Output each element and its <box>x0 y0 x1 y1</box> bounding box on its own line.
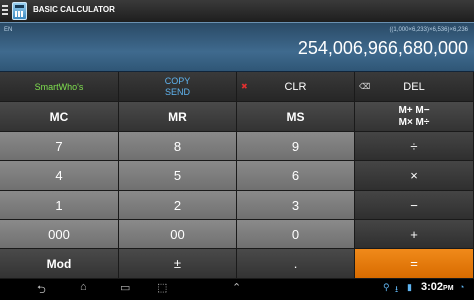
clear-label: CLR <box>284 80 307 93</box>
chevron-up-icon[interactable]: ⌃ <box>232 281 241 294</box>
back-icon[interactable]: ⮌ <box>37 281 46 300</box>
key-label: 8 <box>173 138 182 154</box>
key-label: − <box>410 197 418 213</box>
key-6[interactable]: 6 <box>237 161 355 191</box>
mr-button[interactable]: MR <box>119 102 237 132</box>
key-3[interactable]: 3 <box>237 191 355 220</box>
ms-label: MS <box>286 109 305 124</box>
key-1[interactable]: 1 <box>0 191 119 220</box>
mc-button[interactable]: MC <box>0 102 119 132</box>
app-title: BASIC CALCULATOR <box>33 5 115 14</box>
key-label: 1 <box>55 197 63 213</box>
key-label: 3 <box>291 197 300 213</box>
delete-button[interactable]: ⌫ DEL <box>355 72 474 102</box>
key-label: 4 <box>55 168 63 183</box>
key-label: ÷ <box>410 138 418 154</box>
plus-minus-button[interactable]: ± <box>119 249 237 279</box>
key-label: = <box>410 256 418 271</box>
expression-text: ((1,000×6,233)×6,536)×6,236 <box>389 27 468 33</box>
key-00[interactable]: 00 <box>119 220 237 249</box>
key-label: Mod <box>46 256 72 271</box>
mode-indicator: EN <box>4 27 13 33</box>
divide-button[interactable]: ÷ <box>355 132 474 161</box>
home-icon[interactable]: ⌂ <box>80 281 87 293</box>
delete-label: DEL <box>403 80 425 93</box>
smartwhos-label: SmartWho's <box>34 81 84 92</box>
close-x-icon: ✖ <box>241 81 248 91</box>
result-text: 254,006,966,680,000 <box>297 38 468 58</box>
minus-button[interactable]: − <box>355 191 474 220</box>
usb-icon: ⚲ <box>383 282 390 292</box>
copy-send-button[interactable]: COPY SEND <box>119 72 237 102</box>
key-9[interactable]: 9 <box>237 132 355 161</box>
backspace-icon: ⌫ <box>359 81 371 91</box>
menu-icon[interactable] <box>2 5 8 17</box>
mtimes-mdiv-label: M× M÷ <box>398 116 430 128</box>
key-label: . <box>293 256 298 271</box>
wifi-icon: ◔ <box>459 282 465 292</box>
calculator-display: EN ((1,000×6,233)×6,536)×6,236 254,006,9… <box>0 22 474 72</box>
mc-label: MC <box>49 109 69 124</box>
equals-button[interactable]: = <box>355 249 474 279</box>
system-navigation-bar: ⮌ ⌂ ▭ ⬚ ⌃ ⚲ ⭳ ▮ 3:02PM ◔ <box>0 279 474 296</box>
key-label: 6 <box>291 168 300 183</box>
copy-label: COPY <box>164 75 191 86</box>
time-text: 3:02 <box>421 281 444 293</box>
plus-button[interactable]: + <box>355 220 474 249</box>
ampm-text: PM <box>443 285 454 292</box>
mod-button[interactable]: Mod <box>0 249 119 279</box>
key-label: 7 <box>55 138 63 154</box>
battery-icon: ▮ <box>407 282 412 292</box>
key-5[interactable]: 5 <box>119 161 237 191</box>
clock: 3:02PM <box>421 281 454 293</box>
memory-ops-button[interactable]: M+ M− M× M÷ <box>355 102 474 132</box>
key-label: ± <box>173 256 182 271</box>
key-2[interactable]: 2 <box>119 191 237 220</box>
smartwhos-button[interactable]: SmartWho's <box>0 72 119 102</box>
recent-apps-icon[interactable]: ▭ <box>120 281 130 294</box>
key-4[interactable]: 4 <box>0 161 119 191</box>
key-label: 00 <box>170 226 185 242</box>
mplus-mminus-label: M+ M− <box>398 104 430 116</box>
send-label: SEND <box>164 86 190 97</box>
mr-label: MR <box>168 109 187 124</box>
key-label: 5 <box>173 168 182 183</box>
key-label: 000 <box>48 226 70 242</box>
key-000[interactable]: 000 <box>0 220 119 249</box>
clear-button[interactable]: ✖ CLR <box>237 72 355 102</box>
title-bar: BASIC CALCULATOR <box>0 0 474 22</box>
calculator-app-icon <box>12 2 27 20</box>
key-label: × <box>410 168 418 183</box>
screenshot-icon[interactable]: ⬚ <box>157 281 167 294</box>
key-0[interactable]: 0 <box>237 220 355 249</box>
key-label: 2 <box>173 197 182 213</box>
ms-button[interactable]: MS <box>237 102 355 132</box>
key-label: 9 <box>291 138 300 154</box>
key-8[interactable]: 8 <box>119 132 237 161</box>
key-label: 0 <box>291 226 300 242</box>
multiply-button[interactable]: × <box>355 161 474 191</box>
key-label: + <box>410 226 418 242</box>
key-7[interactable]: 7 <box>0 132 119 161</box>
decimal-button[interactable]: . <box>237 249 355 279</box>
